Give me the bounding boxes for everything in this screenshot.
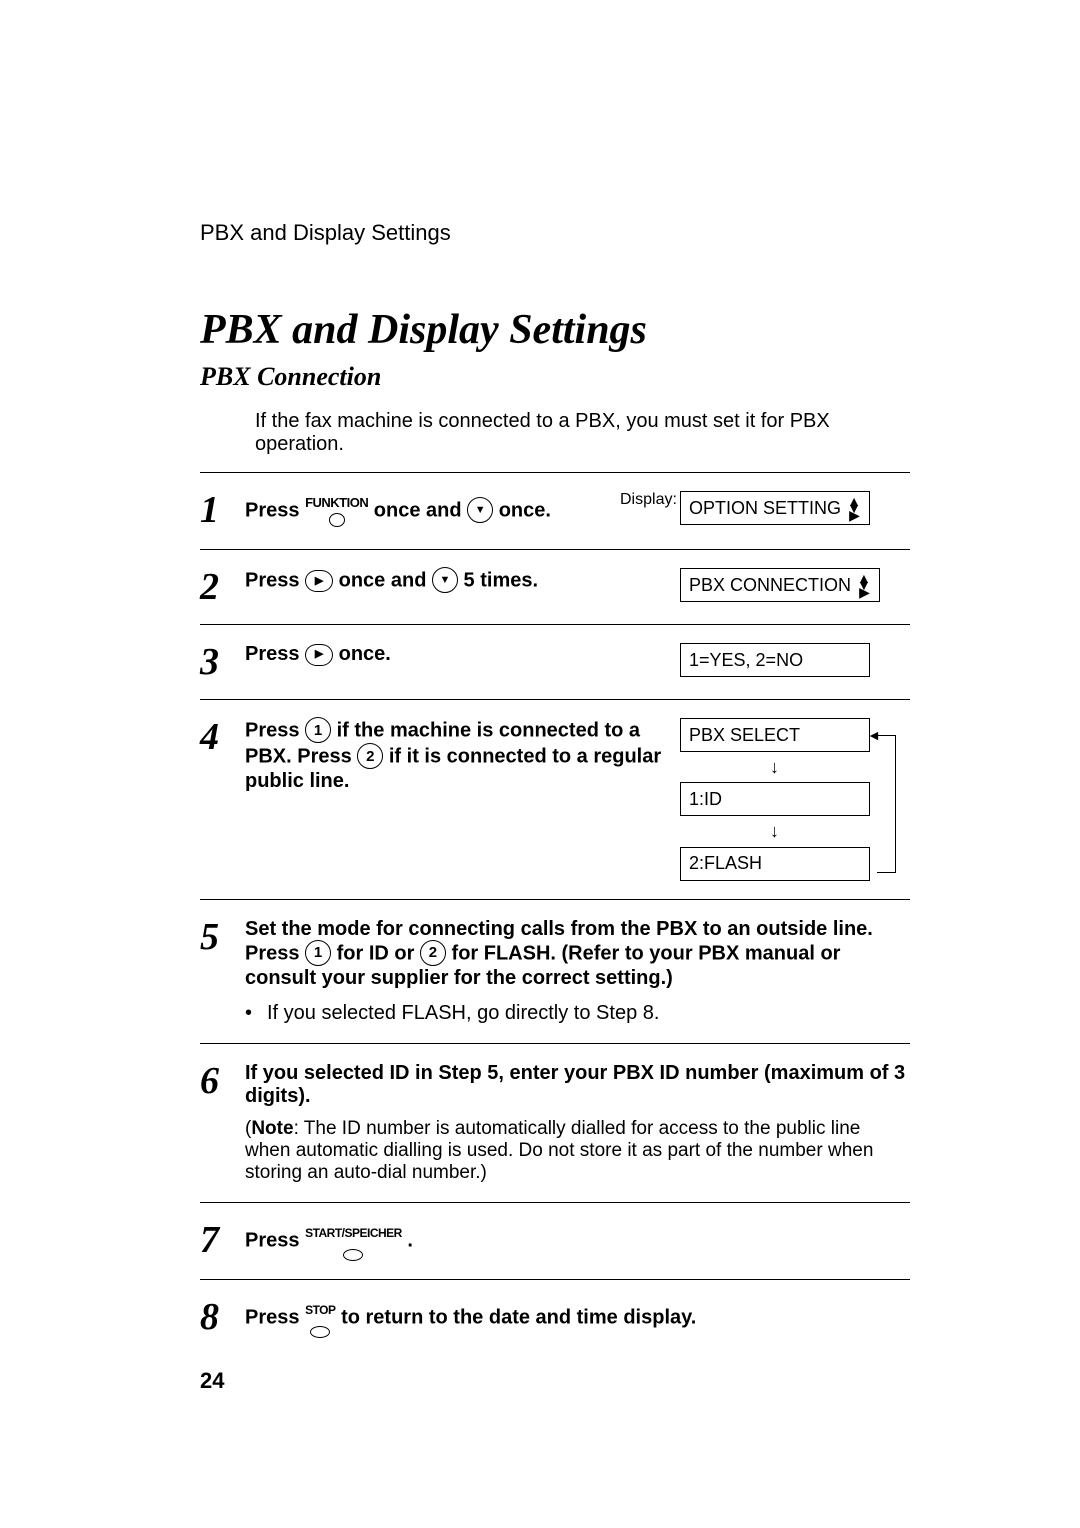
key-2-icon: 2 — [357, 743, 383, 769]
text: to return to the date and time display. — [341, 1306, 696, 1328]
step-text: Press FUNKTION once and ▼ once. — [245, 491, 680, 531]
lcd-readout: 1=YES, 2=NO — [680, 643, 870, 677]
stop-key-icon: STOP — [305, 1298, 335, 1338]
text: Press — [245, 1306, 305, 1328]
arrow-down-icon: ↓ — [770, 760, 779, 774]
lcd-text: PBX CONNECTION — [689, 575, 851, 596]
key-label: FUNKTION — [305, 495, 368, 510]
right-arrow-key-icon: ▶ — [305, 570, 333, 592]
section-subtitle: PBX Connection — [200, 362, 910, 392]
text: once. — [339, 643, 391, 665]
text: Press — [245, 569, 305, 591]
step-4: 4 Press 1 if the machine is connected to… — [200, 700, 910, 900]
step-bullet: If you selected FLASH, go directly to St… — [245, 1002, 910, 1025]
step-number: 1 — [200, 491, 245, 529]
text: 5 times. — [464, 569, 538, 591]
text: for ID or — [337, 942, 420, 964]
step-text: Press ▶ once and ▼ 5 times. — [245, 568, 680, 594]
lcd-readout: 2:FLASH — [680, 847, 870, 881]
step-note: (Note: The ID number is automatically di… — [245, 1118, 910, 1184]
document-page: PBX and Display Settings PBX and Display… — [0, 0, 1080, 1394]
arrow-down-icon: ↓ — [770, 824, 779, 838]
text: Press — [245, 499, 305, 521]
text: . — [407, 1229, 413, 1251]
step-text: Press ▶ once. — [245, 643, 680, 666]
step-5: 5 Set the mode for connecting calls from… — [200, 900, 910, 1044]
start-speicher-key-icon: START/SPEICHER — [305, 1221, 402, 1261]
down-arrow-key-icon: ▼ — [432, 567, 458, 593]
display-column: Display: OPTION SETTING ▲▼▶ — [680, 491, 910, 525]
steps-list: 1 Press FUNKTION once and ▼ once. Displa… — [200, 472, 910, 1356]
lcd-text: 1:ID — [689, 789, 722, 810]
lcd-text: PBX SELECT — [689, 725, 800, 746]
text: Press — [245, 719, 305, 741]
step-text: Press START/SPEICHER . — [245, 1221, 910, 1261]
lcd-readout: PBX SELECT — [680, 718, 870, 752]
loop-back-arrow — [877, 735, 896, 873]
step-number: 2 — [200, 568, 245, 606]
step-number: 7 — [200, 1221, 245, 1259]
step-3: 3 Press ▶ once. 1=YES, 2=NO — [200, 625, 910, 700]
step-2: 2 Press ▶ once and ▼ 5 times. PBX CONNEC… — [200, 550, 910, 625]
key-label: START/SPEICHER — [305, 1226, 402, 1240]
lcd-text: OPTION SETTING — [689, 498, 841, 519]
step-text: Press 1 if the machine is connected to a… — [245, 718, 680, 793]
text: If you selected ID in Step 5, enter your… — [245, 1062, 905, 1107]
key-2-icon: 2 — [420, 940, 446, 966]
scroll-arrows-icon: ▲▼▶ — [857, 575, 871, 596]
note-label: Note — [251, 1118, 293, 1139]
page-number: 24 — [200, 1368, 910, 1394]
step-6: 6 If you selected ID in Step 5, enter yo… — [200, 1044, 910, 1203]
key-1-icon: 1 — [305, 717, 331, 743]
scroll-arrows-icon: ▲▼▶ — [847, 498, 861, 519]
key-1-icon: 1 — [305, 940, 331, 966]
step-text: Set the mode for connecting calls from t… — [245, 918, 910, 1025]
lcd-readout: OPTION SETTING ▲▼▶ — [680, 491, 870, 525]
step-number: 4 — [200, 718, 245, 756]
page-title: PBX and Display Settings — [200, 306, 910, 354]
step-8: 8 Press STOP to return to the date and t… — [200, 1280, 910, 1356]
text: Press — [245, 1229, 305, 1251]
down-arrow-key-icon: ▼ — [467, 497, 493, 523]
display-column: PBX SELECT ↓ 1:ID ↓ 2:FLASH — [680, 718, 910, 881]
step-number: 3 — [200, 643, 245, 681]
text: for FLASH. (Refer to your PBX manual or … — [245, 942, 840, 989]
step-1: 1 Press FUNKTION once and ▼ once. Displa… — [200, 473, 910, 550]
step-7: 7 Press START/SPEICHER . — [200, 1203, 910, 1280]
intro-text: If the fax machine is connected to a PBX… — [255, 410, 910, 456]
step-number: 8 — [200, 1298, 245, 1336]
lcd-readout: 1:ID — [680, 782, 870, 816]
display-column: 1=YES, 2=NO — [680, 643, 910, 677]
text: Press — [245, 643, 305, 665]
text: once and — [339, 569, 432, 591]
lcd-text: 1=YES, 2=NO — [689, 650, 803, 671]
lcd-text: 2:FLASH — [689, 853, 762, 874]
display-column: PBX CONNECTION ▲▼▶ — [680, 568, 910, 602]
text: once and — [374, 499, 467, 521]
note-text: : The ID number is automatically dialled… — [245, 1118, 873, 1183]
lcd-readout: PBX CONNECTION ▲▼▶ — [680, 568, 880, 602]
step-number: 5 — [200, 918, 245, 956]
text: once. — [499, 499, 551, 521]
step-number: 6 — [200, 1062, 245, 1100]
funktion-key-icon: FUNKTION — [305, 491, 368, 531]
step-text: Press STOP to return to the date and tim… — [245, 1298, 910, 1338]
running-header: PBX and Display Settings — [200, 220, 910, 246]
right-arrow-key-icon: ▶ — [305, 644, 333, 666]
step-text: If you selected ID in Step 5, enter your… — [245, 1062, 910, 1184]
key-label: STOP — [305, 1303, 335, 1317]
